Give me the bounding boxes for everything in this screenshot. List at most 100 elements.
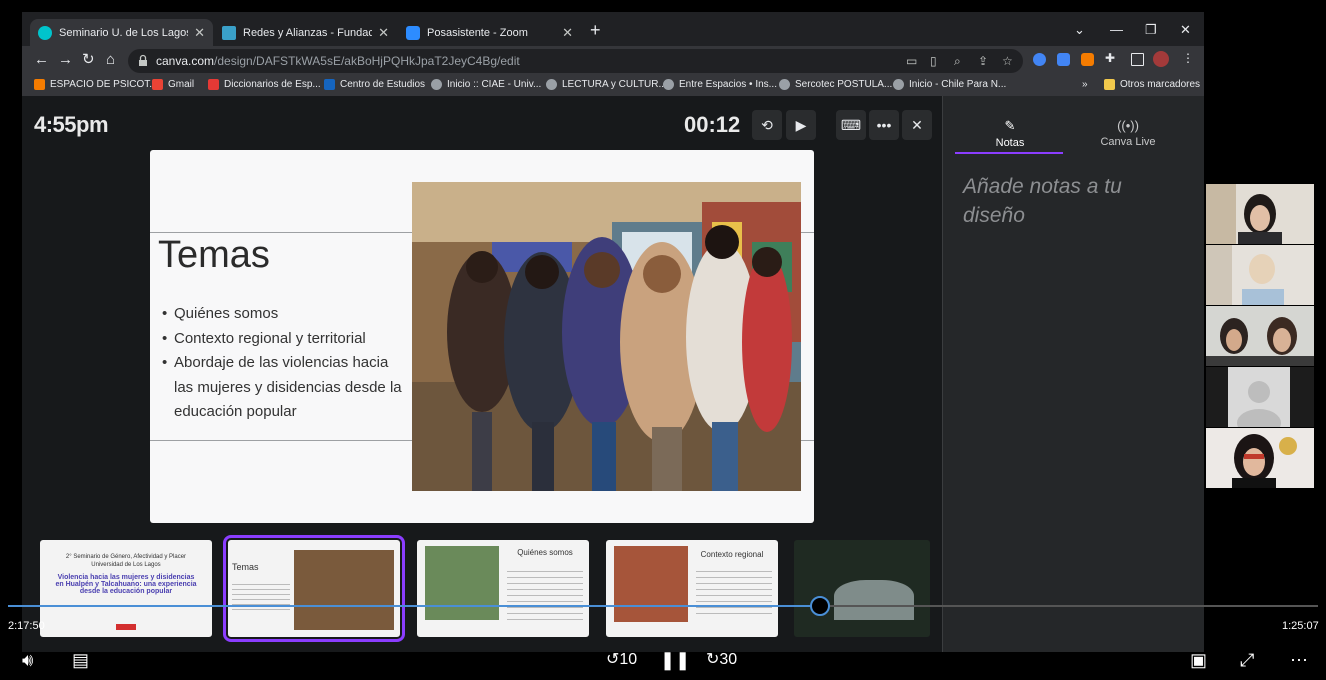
remaining-time: 1:25:07: [1282, 620, 1319, 632]
back-icon[interactable]: ←: [34, 51, 49, 69]
globe-icon: [431, 79, 442, 90]
bookmark-item[interactable]: Inicio - Chile Para N...: [893, 79, 1006, 90]
extensions-puzzle-icon[interactable]: ✚: [1105, 51, 1115, 65]
forward-icon[interactable]: →: [58, 51, 73, 69]
participant-avatar: [1206, 184, 1314, 244]
presenter-main: 4:55pm 00:12 ⟲ ▶ ⌨ ••• ✕ Temas • Quiénes…: [22, 96, 942, 652]
translate-icon[interactable]: [1057, 53, 1070, 66]
bookmark-label: Diccionarios de Esp...: [224, 79, 321, 90]
bookmark-item[interactable]: ESPACIO DE PSICOT...: [34, 79, 158, 90]
thumb-photo: [614, 546, 688, 622]
reload-icon[interactable]: ↻: [82, 51, 95, 69]
participant-video[interactable]: [1206, 245, 1314, 305]
captions-icon[interactable]: ▤: [72, 648, 89, 672]
seek-bar[interactable]: [8, 596, 1318, 616]
overflow-chevron-icon: »: [1082, 79, 1088, 90]
pause-icon[interactable]: ❚❚: [660, 648, 690, 672]
chile-flag-icon: [324, 79, 335, 90]
close-icon[interactable]: ✕: [562, 25, 573, 41]
seek-progress: [8, 605, 821, 607]
clipboard-icon[interactable]: ▯: [930, 54, 937, 68]
browser-window: Seminario U. de Los Lagos 18.11. ✕ Redes…: [22, 12, 1204, 96]
extension-shield-icon[interactable]: [1033, 53, 1046, 66]
thumb-title: Temas: [232, 562, 259, 572]
bookmark-item[interactable]: Centro de Estudios: [324, 79, 425, 90]
participant-avatar: [1206, 428, 1314, 488]
keyboard-shortcuts-button[interactable]: ⌨: [836, 110, 866, 140]
play-timer-button[interactable]: ▶: [786, 110, 816, 140]
tab-search-icon[interactable]: ⌄: [1074, 22, 1085, 38]
epes-logo: [116, 624, 136, 630]
globe-icon: [546, 79, 557, 90]
tab-canva-live[interactable]: ((•)) Canva Live: [1073, 118, 1183, 148]
tab-notes[interactable]: ✎ Notas: [955, 118, 1065, 149]
slide-thumbnail-1[interactable]: 2° Seminario de Género, Afectividad y Pl…: [40, 540, 212, 637]
canva-presenter-view: 4:55pm 00:12 ⟲ ▶ ⌨ ••• ✕ Temas • Quiénes…: [22, 96, 1204, 652]
other-bookmarks-folder[interactable]: Otros marcadores: [1104, 79, 1200, 90]
more-options-icon[interactable]: ⋯: [1290, 648, 1308, 672]
canva-favicon-icon: [38, 25, 52, 40]
extension-orange-icon[interactable]: [1081, 53, 1094, 66]
bookmark-item[interactable]: Diccionarios de Esp...: [208, 79, 321, 90]
bookmark-item[interactable]: Entre Espacios • Ins...: [663, 79, 777, 90]
tab-seminario[interactable]: Seminario U. de Los Lagos 18.11. ✕: [30, 19, 213, 46]
notes-placeholder[interactable]: Añade notas a tu diseño: [963, 172, 1183, 230]
volume-icon[interactable]: 🔊︎: [22, 648, 33, 672]
restore-icon[interactable]: ❐: [1145, 22, 1157, 38]
close-icon[interactable]: ✕: [378, 25, 389, 41]
slide-thumbnail-2[interactable]: Temas: [223, 535, 405, 642]
more-icon: •••: [876, 117, 892, 133]
slide-thumbnail-5[interactable]: [794, 540, 930, 637]
close-window-icon[interactable]: ✕: [1180, 22, 1191, 38]
bookmarks-bar: ESPACIO DE PSICOT... Gmail Diccionarios …: [22, 76, 1204, 96]
bookmark-item[interactable]: Inicio :: CIAE - Univ...: [431, 79, 541, 90]
browser-toolbar: ← → ↻ ⌂ canva.com/design/DAFSTkWA5sE/akB…: [22, 46, 1204, 76]
bookmark-item[interactable]: Gmail: [152, 79, 194, 90]
avatar[interactable]: [1153, 51, 1169, 67]
screen: Seminario U. de Los Lagos 18.11. ✕ Redes…: [0, 0, 1326, 680]
bookmark-item[interactable]: LECTURA y CULTUR...: [546, 79, 667, 90]
thumb-photo: [425, 546, 499, 620]
skip-back-10-icon[interactable]: ↺10: [606, 648, 637, 672]
menu-kebab-icon[interactable]: ⋮: [1182, 51, 1194, 65]
zoom-icon[interactable]: ⌕: [954, 54, 961, 69]
miniplayer-icon[interactable]: ▣: [1190, 648, 1207, 672]
new-tab-button[interactable]: +: [590, 21, 601, 39]
slide-thumbnail-3[interactable]: Quiénes somos: [417, 540, 589, 637]
bookmark-item[interactable]: Sercotec POSTULA...: [779, 79, 892, 90]
tab-redes-alianzas[interactable]: Redes y Alianzas - Fundación EPES ✕: [214, 19, 397, 46]
bullet-item: Quiénes somos: [162, 302, 406, 327]
participant-video[interactable]: [1206, 428, 1314, 488]
tab-strip: Seminario U. de Los Lagos 18.11. ✕ Redes…: [22, 12, 1204, 46]
bookmark-star-icon[interactable]: ☆: [1002, 54, 1013, 68]
slide-thumbnails: 2° Seminario de Género, Afectividad y Pl…: [22, 535, 942, 642]
group-photo: [412, 182, 801, 491]
participant-video[interactable]: [1206, 184, 1314, 244]
minimize-icon[interactable]: —: [1110, 22, 1123, 37]
group-hug-image: [412, 182, 801, 491]
elapsed-time: 2:17:50: [8, 620, 45, 632]
slide-thumbnail-4[interactable]: Contexto regional: [606, 540, 778, 637]
url-host: canva.com: [156, 54, 215, 68]
share-icon[interactable]: ⇪: [978, 54, 988, 68]
skip-forward-30-icon[interactable]: ↻30: [706, 648, 737, 672]
thumb-title: Violencia hacia las mujeres y disidencia…: [55, 574, 197, 595]
close-icon[interactable]: ✕: [194, 25, 205, 41]
keyboard-icon: ⌨: [840, 116, 862, 133]
fullscreen-icon[interactable]: ⤢: [1240, 648, 1254, 672]
close-presenter-button[interactable]: ✕: [902, 110, 932, 140]
tab-zoom[interactable]: Posasistente - Zoom ✕: [398, 19, 581, 46]
cast-blocked-icon[interactable]: ▭: [906, 54, 917, 68]
thumb-photo: [294, 550, 394, 630]
bookmarks-overflow-button[interactable]: »: [1082, 79, 1088, 90]
tab-label: Redes y Alianzas - Fundación EPES: [243, 26, 373, 39]
more-options-button[interactable]: •••: [869, 110, 899, 140]
current-slide: Temas Quiénes somos Contexto regional y …: [150, 150, 814, 523]
side-panel-icon[interactable]: [1131, 53, 1144, 66]
thumb-subtitle: Universidad de Los Lagos: [91, 562, 161, 568]
participant-video-off[interactable]: [1206, 367, 1314, 427]
reset-timer-button[interactable]: ⟲: [752, 110, 782, 140]
address-bar[interactable]: canva.com/design/DAFSTkWA5sE/akBoHjPQHkJ…: [128, 49, 1023, 73]
home-icon[interactable]: ⌂: [106, 51, 115, 69]
participant-video[interactable]: [1206, 306, 1314, 366]
